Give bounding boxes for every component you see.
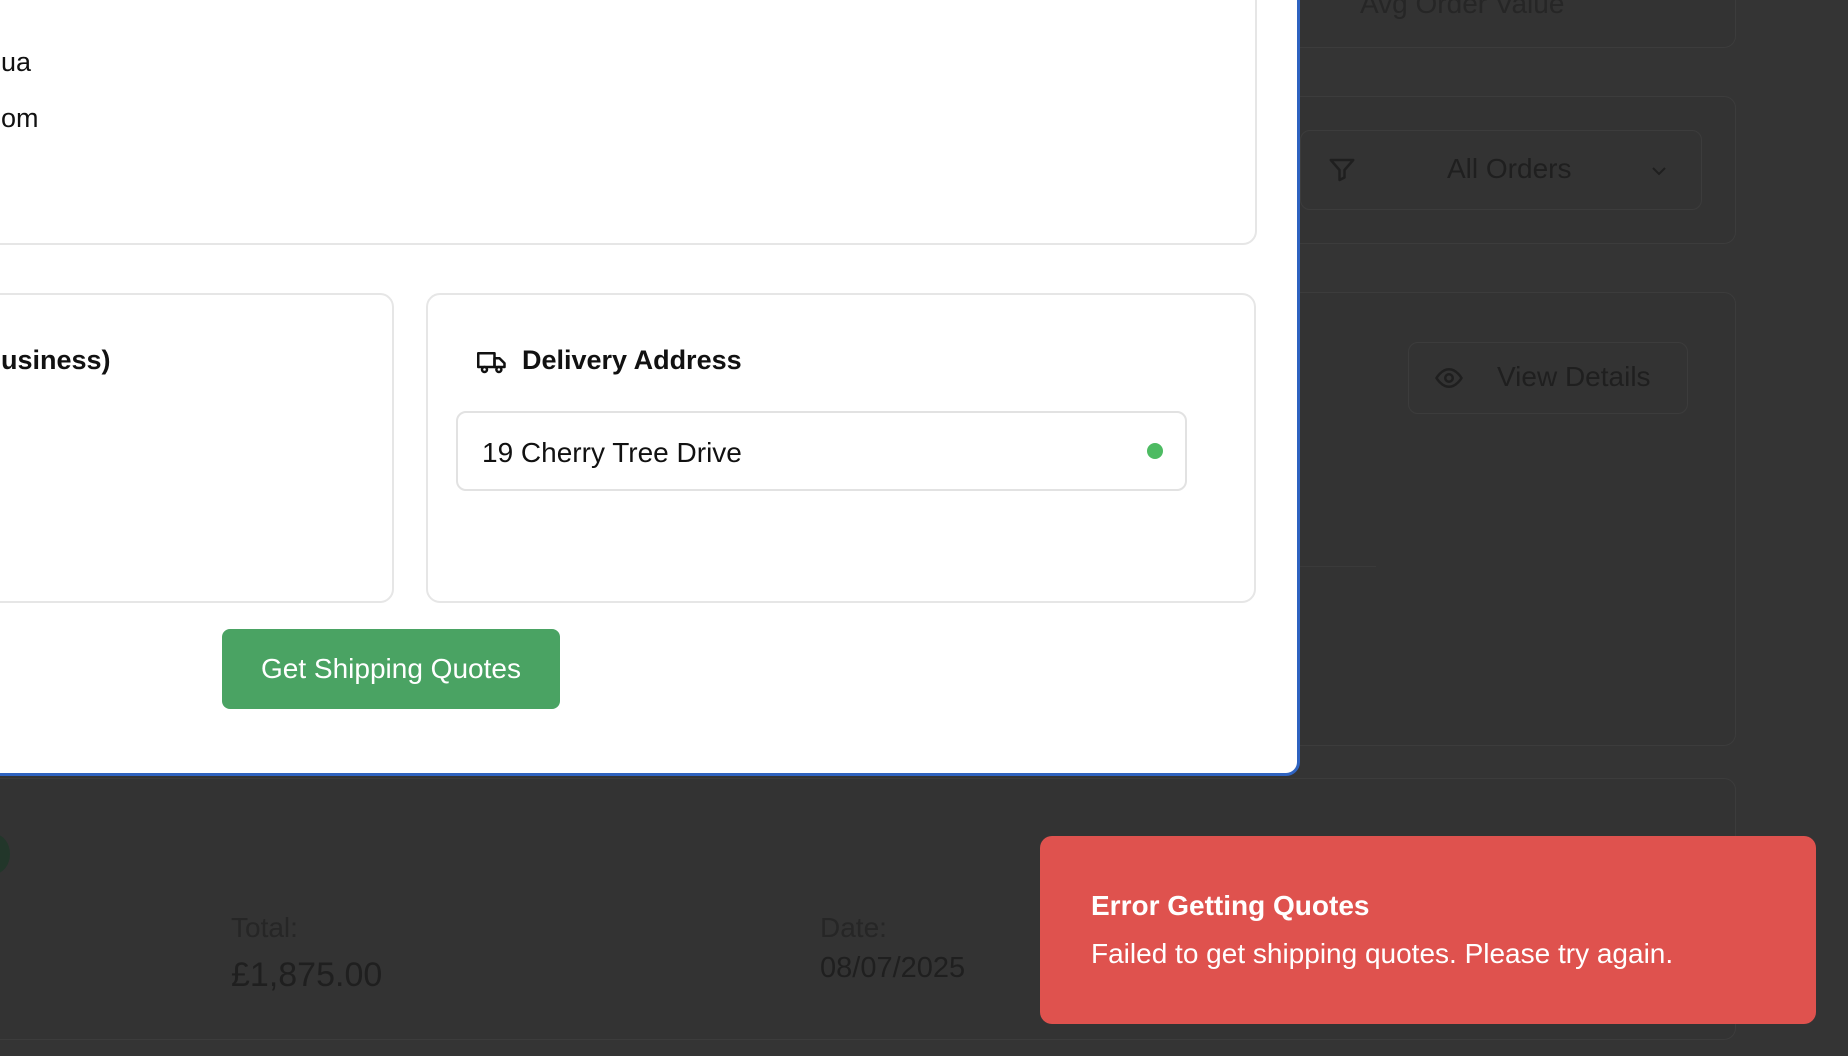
customer-email-partial: om (1, 103, 39, 133)
chevron-down-icon (1652, 167, 1666, 176)
date-label: Date: (820, 912, 887, 943)
toast-title: Error Getting Quotes (1091, 890, 1370, 921)
customer-info-card (0, 0, 1257, 245)
toast-message: Failed to get shipping quotes. Please tr… (1091, 938, 1674, 969)
billing-address-card (0, 293, 394, 603)
total-label: Total: (231, 912, 298, 943)
filter-icon (1329, 158, 1355, 182)
delivery-address-title: Delivery Address (522, 345, 742, 375)
truck-icon (477, 352, 506, 374)
error-toast[interactable]: Error Getting Quotes Failed to get shipp… (1040, 836, 1816, 1024)
view-details-button[interactable]: View Details (1408, 342, 1688, 414)
view-details-label: View Details (1497, 361, 1651, 392)
address-status-dot (1147, 443, 1163, 459)
date-value: 08/07/2025 (820, 952, 966, 984)
delivery-address-field[interactable]: 19 Cherry Tree Drive (456, 411, 1187, 491)
delivery-address-value: 19 Cherry Tree Drive (482, 437, 742, 468)
billing-address-title: usiness) (1, 345, 111, 375)
get-shipping-quotes-button[interactable]: Get Shipping Quotes (222, 629, 560, 709)
stat-label: Avg Order Value (1360, 0, 1565, 19)
eye-icon (1435, 367, 1463, 389)
order-filter-select[interactable]: All Orders (1300, 130, 1702, 210)
customer-name-partial: ua (1, 47, 32, 77)
filter-selected-value: All Orders (1447, 153, 1572, 184)
shipping-modal: ua om usiness) Delivery Address 19 Cherr… (0, 0, 1300, 776)
total-value: £1,875.00 (231, 956, 383, 994)
